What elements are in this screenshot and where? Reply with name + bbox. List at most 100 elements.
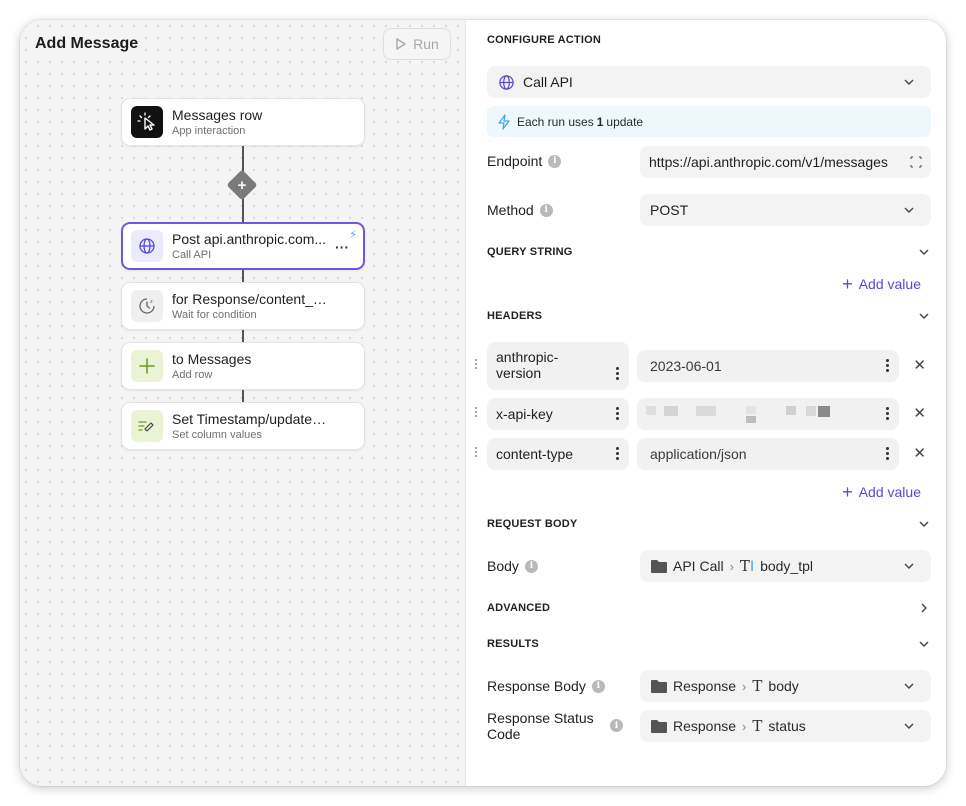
chevron-right-icon: › [742, 718, 747, 734]
add-header-value-button[interactable]: + Add value [842, 482, 921, 502]
text-type-icon: T [752, 717, 763, 735]
header-value-field[interactable]: application/json [637, 438, 899, 470]
response-body-label: Response Body i [487, 678, 605, 694]
node-wait-for-condition[interactable]: z for Response/content_text Wait for con… [121, 282, 365, 330]
node-title: Set Timestamp/updated in ... [172, 411, 330, 427]
run-button-label: Run [413, 36, 439, 52]
chevron-right-icon: › [742, 678, 747, 694]
redacted-value-blur [646, 404, 846, 423]
chevron-down-icon[interactable] [918, 310, 930, 322]
workflow-editor-window: Add Message Run + Messages row App inter… [20, 20, 946, 786]
response-status-label: Response Status Code [487, 710, 594, 742]
remove-header-icon[interactable]: ✕ [913, 356, 926, 374]
node-set-column-values[interactable]: Set Timestamp/updated in ... Set column … [121, 402, 365, 450]
add-value-label: Add value [858, 484, 921, 500]
node-call-api[interactable]: Post api.anthropic.com... Call API ··· ⚡ [121, 222, 365, 270]
text-type-icon: TI [739, 557, 755, 575]
expand-icon[interactable] [901, 146, 931, 178]
plus-icon [131, 350, 163, 382]
chevron-down-icon [904, 207, 914, 213]
workflow-title: Add Message [35, 35, 143, 53]
remove-header-icon[interactable]: ✕ [913, 404, 926, 422]
node-title: for Response/content_text [172, 291, 330, 307]
headers-heading[interactable]: HEADERS [487, 310, 542, 322]
header-key-field[interactable]: x-api-key [487, 398, 629, 430]
globe-icon [131, 230, 163, 262]
header-value-field[interactable]: 2023-06-01 [637, 350, 899, 382]
run-button[interactable]: Run [383, 28, 451, 60]
kebab-menu-icon[interactable] [616, 447, 619, 460]
node-subtitle: Add row [172, 369, 213, 381]
info-icon[interactable]: i [610, 719, 623, 732]
header-key: x-api-key [496, 406, 553, 422]
chevron-down-icon[interactable] [918, 518, 930, 530]
chevron-down-icon[interactable] [918, 246, 930, 258]
response-status-select[interactable]: Response › T status [640, 710, 931, 742]
kebab-menu-icon[interactable] [616, 367, 619, 380]
query-string-heading[interactable]: QUERY STRING [487, 246, 573, 258]
drag-handle-icon[interactable] [475, 407, 477, 417]
method-label: Method i [487, 202, 553, 218]
chevron-down-icon [904, 683, 914, 689]
results-heading[interactable]: RESULTS [487, 638, 539, 650]
response-status-folder: Response [673, 718, 737, 734]
drag-handle-icon[interactable] [475, 359, 477, 369]
kebab-menu-icon[interactable] [616, 407, 619, 420]
advanced-heading[interactable]: ADVANCED [487, 602, 550, 614]
plus-icon[interactable]: + [231, 174, 253, 196]
body-label-text: Body [487, 558, 519, 574]
workflow-canvas[interactable]: Add Message Run + Messages row App inter… [20, 20, 466, 786]
info-icon[interactable]: i [591, 679, 605, 693]
node-messages-row[interactable]: Messages row App interaction [121, 98, 365, 146]
method-select[interactable]: POST [640, 194, 931, 226]
endpoint-value: https://api.anthropic.com/v1/messages [649, 154, 888, 170]
play-icon [396, 38, 406, 50]
folder-icon [651, 679, 667, 693]
node-subtitle: App interaction [172, 125, 246, 137]
header-value-field-redacted[interactable] [637, 398, 899, 430]
info-icon[interactable]: i [524, 559, 538, 573]
node-title: Messages row [172, 107, 263, 123]
body-field: body_tpl [760, 558, 814, 574]
configure-action-heading: CONFIGURE ACTION [487, 34, 602, 46]
action-select[interactable]: Call API [487, 66, 931, 98]
chevron-down-icon[interactable] [918, 638, 930, 650]
node-add-row[interactable]: to Messages Add row [121, 342, 365, 390]
configure-panel: CONFIGURE ACTION Call API Each run uses … [467, 20, 946, 786]
method-label-text: Method [487, 202, 534, 218]
node-title: to Messages [172, 351, 252, 367]
body-select[interactable]: API Call › TI body_tpl [640, 550, 931, 582]
kebab-menu-icon[interactable] [886, 407, 889, 420]
node-subtitle: Call API [172, 249, 212, 261]
endpoint-field[interactable]: https://api.anthropic.com/v1/messages [640, 146, 931, 178]
chevron-right-icon: › [729, 558, 734, 574]
update-note-text: Each run uses [517, 114, 594, 129]
endpoint-label-text: Endpoint [487, 153, 543, 169]
info-icon[interactable]: i [539, 203, 553, 217]
body-label: Body i [487, 558, 538, 574]
chevron-down-icon [904, 563, 914, 569]
update-note-suffix: update [606, 114, 644, 129]
kebab-menu-icon[interactable] [886, 359, 889, 372]
header-key: content-type [496, 446, 574, 462]
chevron-right-icon[interactable] [918, 602, 930, 614]
header-key: anthropic-version [496, 349, 559, 381]
request-body-heading[interactable]: REQUEST BODY [487, 518, 577, 530]
body-folder: API Call [673, 558, 724, 574]
response-body-field: body [768, 678, 799, 694]
text-type-icon: T [752, 677, 763, 695]
header-key-field[interactable]: content-type [487, 438, 629, 470]
response-body-select[interactable]: Response › T body [640, 670, 931, 702]
remove-header-icon[interactable]: ✕ [913, 444, 926, 462]
plus-icon: + [842, 482, 853, 502]
header-key-field[interactable]: anthropic-version [487, 342, 629, 390]
more-options-icon[interactable]: ··· [335, 239, 349, 255]
drag-handle-icon[interactable] [475, 447, 477, 457]
kebab-menu-icon[interactable] [886, 447, 889, 460]
method-value: POST [650, 202, 689, 218]
cursor-click-icon [131, 106, 163, 138]
add-query-value-button[interactable]: + Add value [842, 275, 921, 293]
globe-icon [499, 74, 514, 90]
info-icon[interactable]: i [548, 154, 562, 168]
update-note-count: 1 [596, 114, 604, 129]
